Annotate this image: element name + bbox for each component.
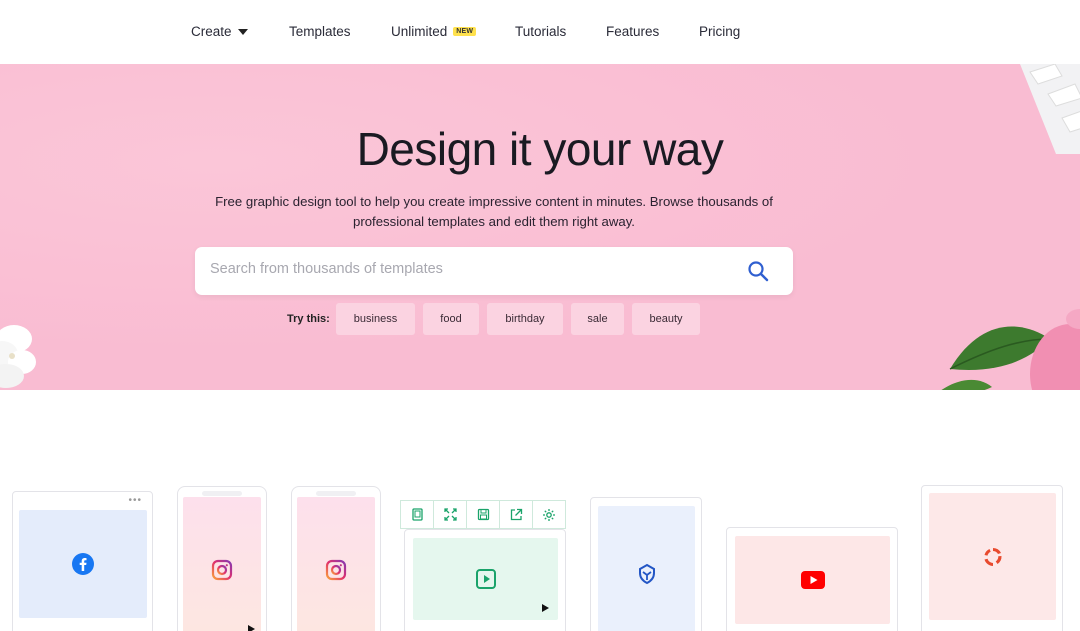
video-play-icon xyxy=(475,569,496,589)
chip-beauty[interactable]: beauty xyxy=(632,303,700,335)
instagram-story-card-2[interactable] xyxy=(291,486,381,631)
play-small-icon xyxy=(248,625,255,631)
nav-pricing[interactable]: Pricing xyxy=(699,24,740,39)
poster-card[interactable] xyxy=(590,497,702,631)
chip-business[interactable]: business xyxy=(336,303,415,335)
flower-decoration xyxy=(0,325,36,388)
phone-notch xyxy=(202,491,242,496)
search-icon[interactable] xyxy=(747,260,769,282)
new-badge: NEW xyxy=(453,27,477,36)
play-small-icon xyxy=(542,604,549,612)
nav-features[interactable]: Features xyxy=(606,24,659,39)
save-icon[interactable] xyxy=(467,501,500,528)
phone-notch xyxy=(316,491,356,496)
share-icon[interactable] xyxy=(500,501,533,528)
logo-card[interactable] xyxy=(921,485,1063,631)
video-card[interactable] xyxy=(404,529,566,631)
facebook-preview xyxy=(19,510,147,618)
poster-preview xyxy=(598,506,695,631)
search-bar xyxy=(195,247,793,295)
chip-food[interactable]: food xyxy=(423,303,479,335)
more-dots-icon: ••• xyxy=(128,495,142,506)
caret-down-icon xyxy=(237,29,248,35)
chip-sale[interactable]: sale xyxy=(571,303,624,335)
instagram-preview-1 xyxy=(183,497,261,631)
facebook-icon xyxy=(72,553,94,575)
try-this-label: Try this: xyxy=(287,313,330,325)
nav-templates[interactable]: Templates xyxy=(289,24,351,39)
device-icon[interactable] xyxy=(401,501,434,528)
nav-templates-label: Templates xyxy=(289,24,351,39)
nav-unlimited-label: Unlimited xyxy=(391,24,448,39)
instagram-preview-2 xyxy=(297,497,375,631)
hero-subtitle: Free graphic design tool to help you cre… xyxy=(215,194,773,229)
nav-create[interactable]: Create xyxy=(191,24,248,39)
editor-toolbar xyxy=(400,500,566,529)
youtube-preview xyxy=(735,536,890,624)
top-navigation: Create Templates Unlimited NEW Tutorials… xyxy=(0,0,1080,64)
logo-preview xyxy=(929,493,1056,620)
nav-pricing-label: Pricing xyxy=(699,24,741,39)
instagram-story-card-1[interactable] xyxy=(177,486,267,631)
chip-birthday[interactable]: birthday xyxy=(487,303,563,335)
nav-create-label: Create xyxy=(191,24,232,39)
search-input[interactable] xyxy=(210,261,730,277)
hero-title: Design it your way xyxy=(356,123,724,175)
nav-unlimited[interactable]: Unlimited NEW xyxy=(391,24,477,39)
fullscreen-icon[interactable] xyxy=(434,501,467,528)
nav-features-label: Features xyxy=(606,24,660,39)
badge-icon xyxy=(638,563,655,584)
settings-icon[interactable] xyxy=(533,501,565,528)
nav-tutorials-label: Tutorials xyxy=(515,24,567,39)
try-this-row: Try this: business food birthday sale be… xyxy=(0,302,1080,336)
instagram-icon xyxy=(325,559,347,580)
youtube-icon xyxy=(800,571,825,589)
youtube-card[interactable] xyxy=(726,527,898,631)
logo-icon xyxy=(984,547,1002,566)
nav-tutorials[interactable]: Tutorials xyxy=(515,24,566,39)
hero-banner: Design it your way Free graphic design t… xyxy=(0,64,1080,390)
facebook-post-card[interactable]: ••• xyxy=(12,491,153,631)
video-preview xyxy=(413,538,558,620)
device-showcase: ••• xyxy=(0,390,1080,631)
instagram-icon xyxy=(211,559,233,580)
